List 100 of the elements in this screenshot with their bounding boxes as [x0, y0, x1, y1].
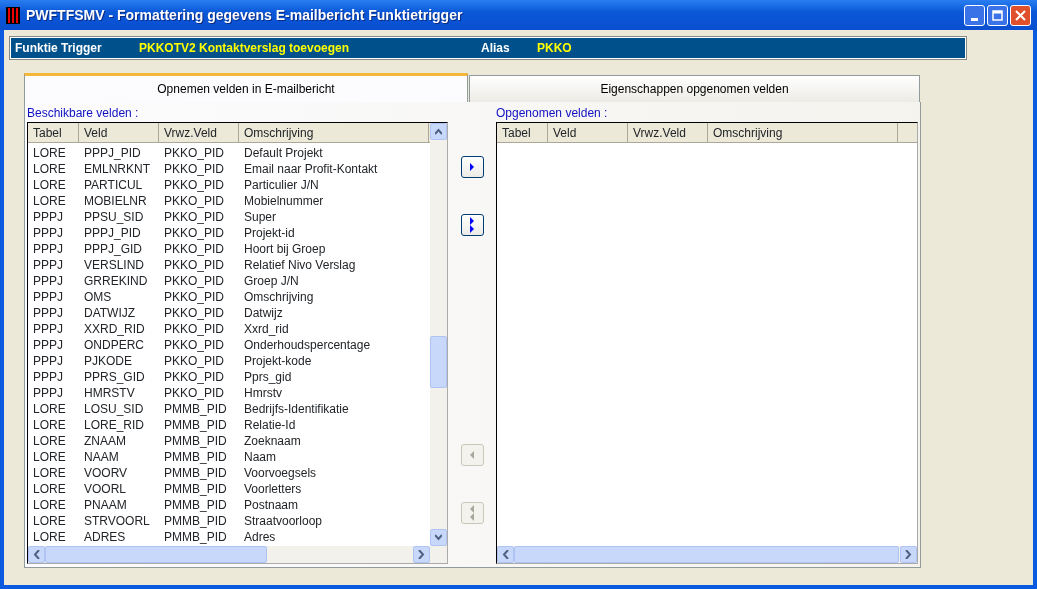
table-cell-text: Voorvoegsels [243, 465, 318, 481]
table-cell-text: PPPJ [32, 241, 64, 257]
table-cell-text: PPPJ [32, 257, 64, 273]
table-cell-text: PPPJ [32, 369, 64, 385]
alias-value: PKKO [537, 40, 572, 57]
table-cell-text: LORE [32, 513, 67, 529]
app-icon [6, 6, 20, 24]
table-cell-text: Adres [243, 529, 277, 545]
column-header[interactable]: Omschrijving [239, 123, 429, 142]
table-cell-text: Relatief Nivo Verslag [243, 257, 357, 273]
minimize-button[interactable] [964, 4, 985, 26]
maximize-button[interactable] [987, 4, 1008, 26]
table-cell-text: PMMB_PID [163, 433, 228, 449]
table-cell-text: ONDPERC [83, 337, 145, 353]
table-cell-text: Xxrd_rid [243, 321, 290, 337]
table-cell-text: HMRSTV [83, 385, 136, 401]
table-cell-text: PPPJ [32, 305, 64, 321]
table-cell-text: PMMB_PID [163, 497, 228, 513]
close-button[interactable] [1010, 4, 1031, 26]
add-all-button[interactable] [460, 214, 484, 236]
table-cell-text: Postnaam [243, 497, 300, 513]
table-cell-text: Hoort bij Groep [243, 241, 327, 257]
table-cell-text: MOBIELNR [83, 193, 148, 209]
tab[interactable]: Opnemen velden in E-mailbericht [24, 73, 468, 102]
table-cell-text: PKKO_PID [163, 273, 226, 289]
table-cell-text: PKKO_PID [163, 209, 226, 225]
table-cell-text: VERSLIND [83, 257, 146, 273]
scroll-up-button[interactable] [430, 123, 447, 140]
table-cell-text: Pprs_gid [243, 369, 293, 385]
table-cell-text: PPPJ [32, 337, 64, 353]
table-cell-text: PMMB_PID [163, 401, 228, 417]
table-cell-text: PMMB_PID [163, 417, 228, 433]
table-cell-text: LORE [32, 145, 67, 161]
table-cell-text: STRVOORL [83, 513, 151, 529]
table-cell-text: PKKO_PID [163, 353, 226, 369]
table-cell-text: Naam [243, 449, 277, 465]
table-cell-text: PJKODE [83, 353, 133, 369]
table-cell-text: XXRD_RID [83, 321, 146, 337]
table-cell-text: LORE [32, 193, 67, 209]
vertical-scrollbar[interactable] [430, 123, 447, 546]
add-button[interactable] [460, 156, 484, 178]
tab[interactable]: Eigenschappen opgenomen velden [469, 75, 920, 102]
table-cell-text: PKKO_PID [163, 225, 226, 241]
table-cell-text: PMMB_PID [163, 529, 228, 545]
table-cell-text: LORE [32, 449, 67, 465]
table-cell-text: PPPJ [32, 209, 64, 225]
table-cell-text: PPPJ [32, 225, 64, 241]
table-cell-text: ADRES [83, 529, 127, 545]
column-header[interactable]: Vrwz.Veld [159, 123, 239, 142]
table-cell-text: PKKO_PID [163, 337, 226, 353]
table-cell-text: DATWIJZ [83, 305, 137, 321]
scroll-right-button[interactable] [900, 546, 917, 563]
table-cell-text: PKKO_PID [163, 193, 226, 209]
table-cell-text: Bedrijfs-Identifikatie [243, 401, 350, 417]
left-arrow-icon [468, 504, 476, 522]
scroll-thumb[interactable] [45, 546, 267, 563]
table-cell-text: Relatie-Id [243, 417, 297, 433]
table-cell-text: VOORV [83, 465, 129, 481]
table-cell-text: PNAAM [83, 497, 128, 513]
table-cell-text: Groep J/N [243, 273, 300, 289]
included-fields-label: Opgenomen velden : [496, 105, 609, 122]
horizontal-scrollbar[interactable] [28, 546, 447, 563]
scroll-right-button[interactable] [413, 546, 430, 563]
column-header[interactable]: Veld [548, 123, 628, 142]
table-cell-text: PPPJ [32, 273, 64, 289]
table-cell-text: Onderhoudspercentage [243, 337, 372, 353]
column-header[interactable]: Vrwz.Veld [628, 123, 708, 142]
table-cell-text: Super [243, 209, 278, 225]
table-cell-text: PKKO_PID [163, 385, 226, 401]
table-cell-text: PKKO_PID [163, 305, 226, 321]
table-cell-text: LORE [32, 401, 67, 417]
table-cell-text: LOSU_SID [83, 401, 145, 417]
table-cell-text: PMMB_PID [163, 513, 228, 529]
column-header[interactable]: Tabel [497, 123, 548, 142]
table-cell-text: LORE [32, 465, 67, 481]
table-cell-text: LORE [32, 497, 67, 513]
close-icon [1015, 9, 1026, 21]
table-cell-text: PKKO_PID [163, 241, 226, 257]
maximize-icon [992, 9, 1003, 21]
table-cell-text: Datwijz [243, 305, 284, 321]
table-cell-text: LORE [32, 177, 67, 193]
column-header[interactable]: Veld [79, 123, 159, 142]
table-cell-text: LORE_RID [83, 417, 146, 433]
column-header[interactable]: Omschrijving [708, 123, 898, 142]
scroll-down-button[interactable] [430, 529, 447, 546]
table-cell-text: PMMB_PID [163, 449, 228, 465]
table-cell-text: LORE [32, 529, 67, 545]
table-cell-text: GRREKIND [83, 273, 149, 289]
table-cell-text: PKKO_PID [163, 145, 226, 161]
minimize-icon [971, 17, 978, 21]
scroll-left-button[interactable] [28, 546, 45, 563]
alias-label: Alias [481, 40, 511, 57]
right-arrow-icon [468, 216, 476, 234]
table-cell-text: PPPJ_PID [83, 225, 142, 241]
scroll-thumb[interactable] [430, 336, 447, 388]
window-title: PWFTFSMV - Formattering gegevens E-mailbericht Funktietrigger [26, 5, 463, 25]
scroll-left-button[interactable] [497, 546, 514, 563]
column-header[interactable]: Tabel [28, 123, 79, 142]
table-cell-text: LORE [32, 161, 67, 177]
table-cell-text: PKKO_PID [163, 321, 226, 337]
